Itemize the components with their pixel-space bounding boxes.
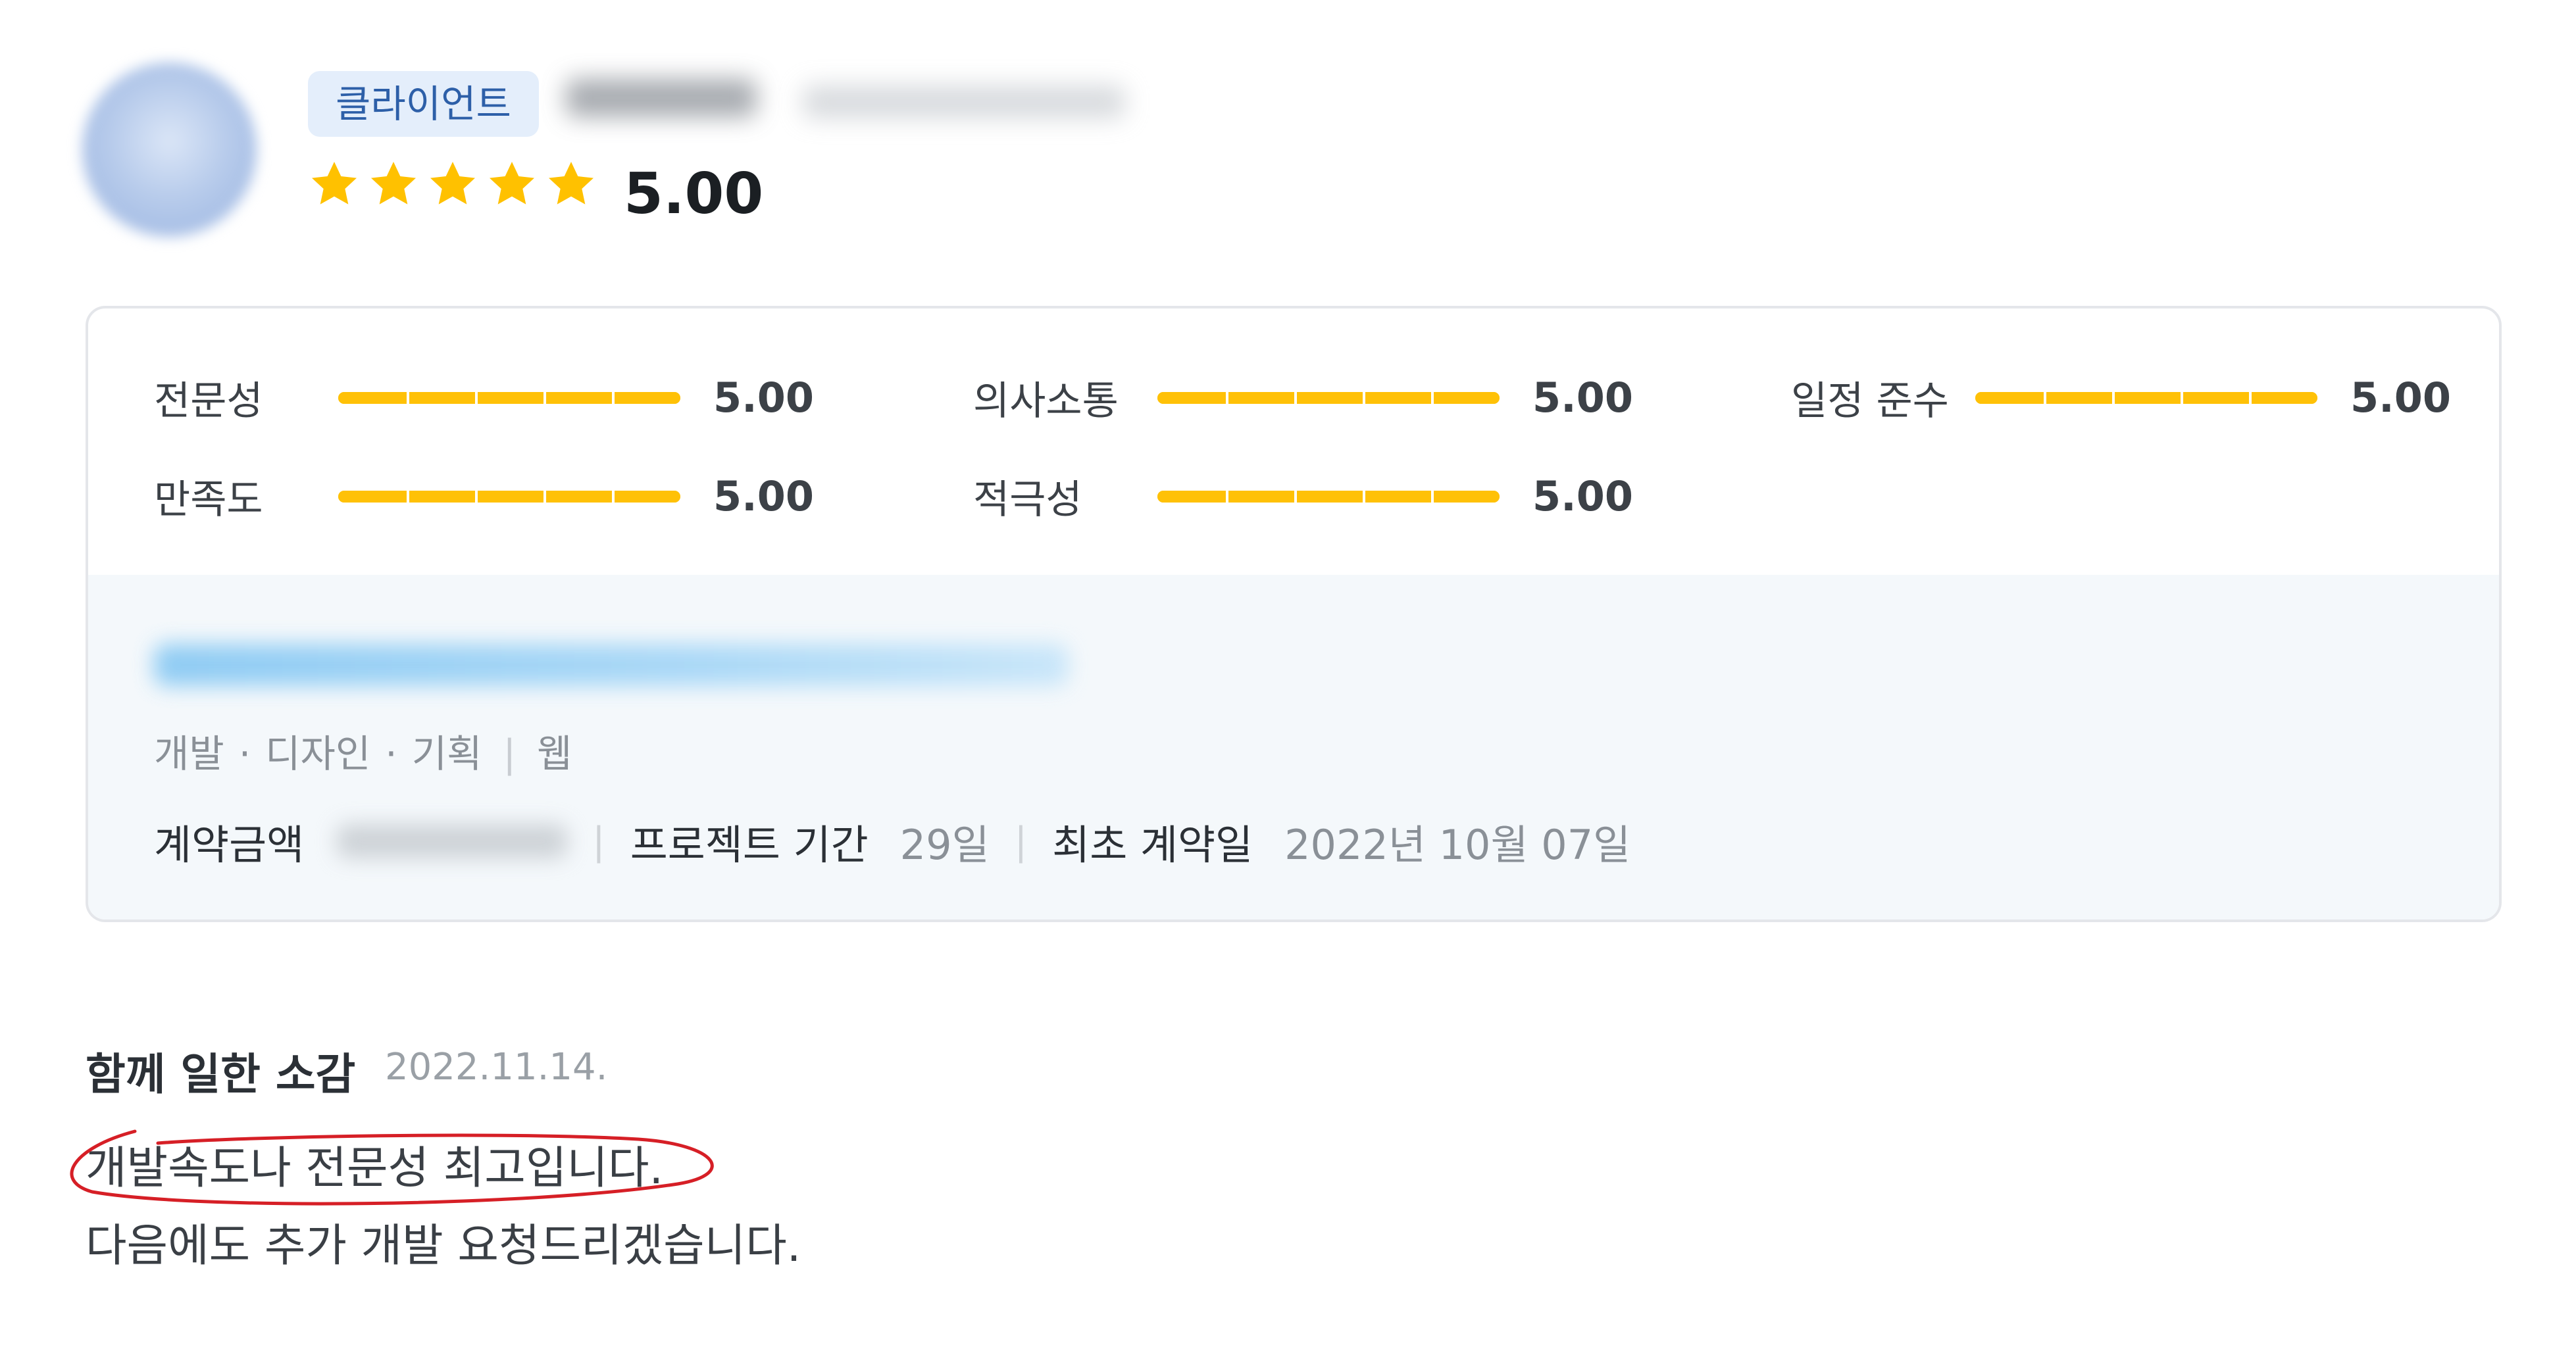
star-icon bbox=[549, 162, 593, 205]
project-categories: 개발 · 디자인 · 기획 | 웹 bbox=[154, 723, 572, 778]
category-dot: · bbox=[238, 731, 251, 776]
amount-label: 계약금액 bbox=[154, 821, 305, 869]
avatar bbox=[82, 62, 257, 237]
first-contract-value: 2022년 10월 07일 bbox=[1284, 821, 1631, 869]
score-value: 5.00 bbox=[713, 472, 814, 520]
redacted-amount bbox=[337, 824, 568, 858]
score-label: 일정 준수 bbox=[1791, 378, 1949, 424]
star-icon bbox=[490, 162, 534, 205]
overall-rating: 5.00 bbox=[624, 161, 764, 227]
period-value: 29일 bbox=[899, 821, 990, 869]
project-info: 개발 · 디자인 · 기획 | 웹 계약금액 | 프로젝트 기간 29일 | 최초 계약일 … bbox=[88, 575, 2499, 920]
score-bar bbox=[1157, 391, 1500, 404]
score-value: 5.00 bbox=[713, 374, 814, 422]
score-grid: 전문성 5.00 의사소통 5.00 일정 준수 5.00 만족도 5.00 적… bbox=[88, 308, 2499, 575]
annotation-circle bbox=[70, 1129, 714, 1206]
category-item: 기획 bbox=[411, 731, 482, 776]
star-icon bbox=[371, 162, 416, 205]
score-row-schedule: 일정 준수 5.00 bbox=[1791, 369, 2451, 426]
separator: | bbox=[503, 731, 516, 776]
score-row-satisfaction: 만족도 5.00 bbox=[154, 468, 814, 525]
score-row-communication: 의사소통 5.00 bbox=[973, 369, 1633, 426]
score-bar bbox=[338, 391, 680, 404]
score-bar bbox=[1975, 391, 2317, 404]
category-item: 디자인 bbox=[265, 731, 371, 776]
score-value: 5.00 bbox=[1532, 374, 1633, 422]
rating-card: 전문성 5.00 의사소통 5.00 일정 준수 5.00 만족도 5.00 적… bbox=[86, 306, 2502, 922]
score-value: 5.00 bbox=[1532, 472, 1633, 520]
platform: 웹 bbox=[536, 731, 572, 776]
score-label: 적극성 bbox=[973, 477, 1082, 523]
redacted-email bbox=[803, 86, 1125, 118]
score-bar bbox=[338, 490, 680, 503]
star-icon bbox=[312, 162, 357, 205]
score-value: 5.00 bbox=[2350, 374, 2451, 422]
score-label: 의사소통 bbox=[973, 378, 1119, 424]
contract-info: 계약금액 | 프로젝트 기간 29일 | 최초 계약일 2022년 10월 07… bbox=[154, 812, 1630, 871]
score-row-expertise: 전문성 5.00 bbox=[154, 369, 814, 426]
score-label: 전문성 bbox=[154, 378, 263, 424]
separator: | bbox=[1014, 819, 1028, 864]
star-rating bbox=[308, 158, 597, 210]
role-badge: 클라이언트 bbox=[308, 71, 539, 137]
redacted-project-title-link[interactable] bbox=[154, 644, 1069, 686]
review-date: 2022.11.14. bbox=[385, 1046, 608, 1089]
star-icon bbox=[430, 162, 475, 205]
separator: | bbox=[592, 819, 605, 864]
redacted-username bbox=[566, 79, 757, 117]
review-title: 함께 일한 소감 bbox=[86, 1049, 356, 1100]
category-item: 개발 bbox=[154, 731, 224, 776]
first-contract-label: 최초 계약일 bbox=[1052, 821, 1253, 869]
score-bar bbox=[1157, 490, 1500, 503]
score-label: 만족도 bbox=[154, 477, 263, 523]
review-text-line-2: 다음에도 추가 개발 요청드리겠습니다. bbox=[86, 1220, 801, 1272]
score-row-proactiveness: 적극성 5.00 bbox=[973, 468, 1633, 525]
period-label: 프로젝트 기간 bbox=[630, 821, 869, 869]
category-dot: · bbox=[385, 731, 397, 776]
